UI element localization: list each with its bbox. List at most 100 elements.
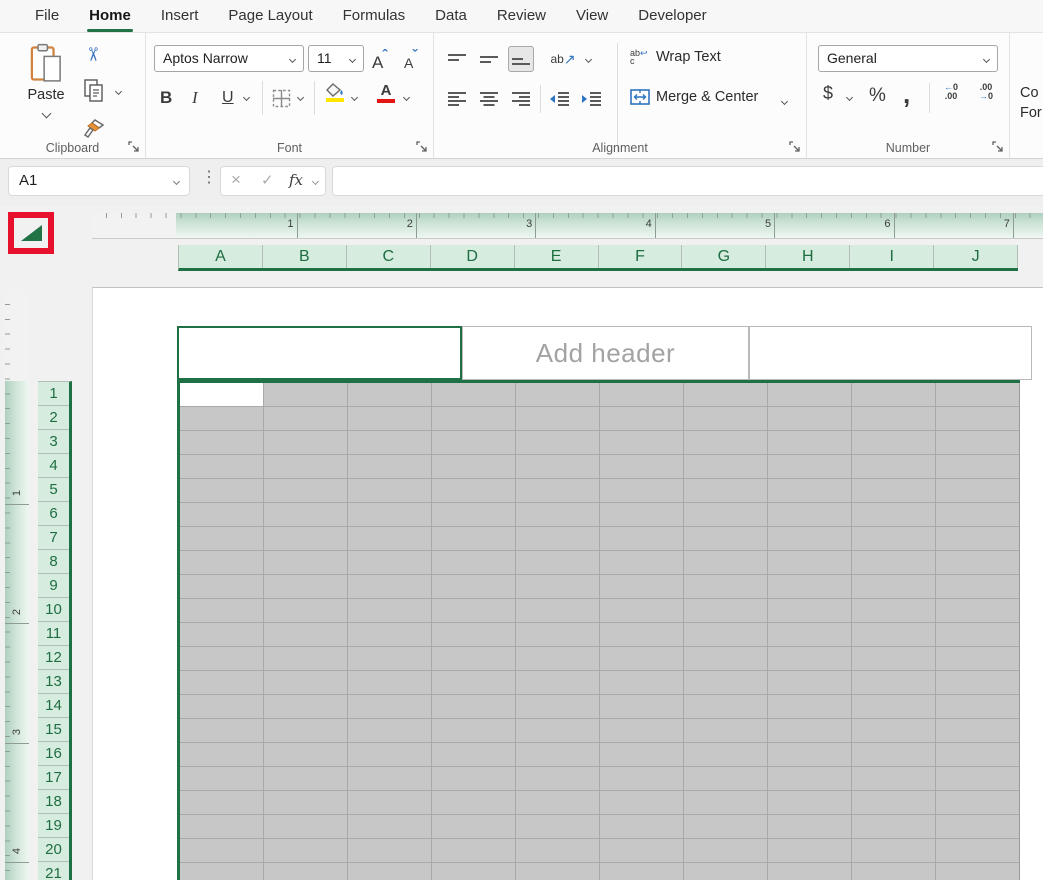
row-header-19[interactable]: 19 (38, 814, 69, 838)
page-header-center-section[interactable]: Add header (462, 326, 749, 380)
row-header-3[interactable]: 3 (38, 430, 69, 454)
column-header-F[interactable]: F (599, 245, 683, 268)
column-header-E[interactable]: E (515, 245, 599, 268)
select-all-button[interactable] (21, 225, 42, 241)
column-header-G[interactable]: G (682, 245, 766, 268)
fill-color-chevron-icon[interactable] (351, 94, 358, 101)
number-dialog-launcher-icon[interactable] (991, 140, 1004, 153)
tab-view[interactable]: View (561, 0, 623, 32)
tab-home[interactable]: Home (74, 0, 146, 32)
font-dialog-launcher-icon[interactable] (415, 140, 428, 153)
italic-button[interactable]: I (192, 83, 198, 113)
accounting-format-button[interactable]: $ (823, 83, 833, 104)
fill-color-button[interactable] (324, 83, 346, 113)
percent-style-button[interactable]: % (869, 85, 886, 107)
clipboard-dialog-launcher-icon[interactable] (127, 140, 140, 153)
formula-input[interactable] (332, 166, 1043, 196)
row-header-7[interactable]: 7 (38, 526, 69, 550)
column-header-B[interactable]: B (263, 245, 347, 268)
row-header-6[interactable]: 6 (38, 502, 69, 526)
row-header-20[interactable]: 20 (38, 838, 69, 862)
selected-cell-a1[interactable] (180, 383, 263, 406)
merge-center-button[interactable]: Merge & Center (630, 89, 758, 105)
insert-function-button[interactable]: fx (289, 171, 303, 189)
tab-developer[interactable]: Developer (623, 0, 721, 32)
decrease-indent-button[interactable] (546, 85, 572, 111)
copy-button[interactable] (84, 79, 104, 108)
font-size-select[interactable]: 11 (308, 45, 364, 72)
row-header-14[interactable]: 14 (38, 694, 69, 718)
row-header-5[interactable]: 5 (38, 478, 69, 502)
borders-button[interactable] (272, 83, 291, 113)
row-header-15[interactable]: 15 (38, 718, 69, 742)
orientation-chevron-icon[interactable] (585, 56, 592, 63)
font-color-button[interactable]: A (376, 83, 396, 113)
row-header-8[interactable]: 8 (38, 550, 69, 574)
page-header-left-section[interactable] (177, 326, 462, 380)
row-header-4[interactable]: 4 (38, 454, 69, 478)
accounting-chevron-icon[interactable] (846, 94, 853, 101)
cut-button[interactable]: ✂ (80, 47, 103, 63)
enter-icon[interactable]: ✓ (261, 171, 274, 189)
column-header-J[interactable]: J (934, 245, 1018, 268)
tab-review[interactable]: Review (482, 0, 561, 32)
paste-button[interactable]: Paste (16, 41, 76, 141)
increase-decimal-button[interactable]: ←0 .00 (935, 83, 967, 101)
underline-button[interactable]: U (222, 83, 234, 113)
ribbon: Paste ✂ Clipboard (0, 33, 1043, 159)
row-header-2[interactable]: 2 (38, 406, 69, 430)
conditional-formatting-label-line2[interactable]: For (1020, 105, 1042, 121)
row-header-16[interactable]: 16 (38, 742, 69, 766)
align-left-button[interactable] (444, 85, 470, 111)
column-header-C[interactable]: C (347, 245, 431, 268)
decrease-decimal-button[interactable]: .00 →0 (970, 83, 1002, 101)
sheet-grid[interactable] (180, 383, 1020, 880)
wrap-text-button[interactable]: ab↩ c Wrap Text (630, 49, 721, 65)
tab-data[interactable]: Data (420, 0, 482, 32)
alignment-dialog-launcher-icon[interactable] (788, 140, 801, 153)
column-header-H[interactable]: H (766, 245, 850, 268)
increase-font-size-button[interactable]: Aˆ (372, 47, 387, 73)
tab-formulas[interactable]: Formulas (328, 0, 421, 32)
font-name-select[interactable]: Aptos Narrow (154, 45, 304, 72)
conditional-formatting-label-line1[interactable]: Co (1020, 85, 1039, 101)
underline-chevron-icon[interactable] (243, 94, 250, 101)
copy-chevron-icon[interactable] (115, 88, 122, 95)
bottom-align-button[interactable] (508, 46, 534, 72)
row-header-11[interactable]: 11 (38, 622, 69, 646)
page-header-right-section[interactable] (749, 326, 1032, 380)
row-header-1[interactable]: 1 (38, 382, 69, 406)
comma-style-button[interactable]: , (903, 79, 910, 110)
row-header-17[interactable]: 17 (38, 766, 69, 790)
row-header-9[interactable]: 9 (38, 574, 69, 598)
merge-center-chevron-icon[interactable] (781, 98, 788, 105)
align-right-button[interactable] (508, 85, 534, 111)
increase-indent-button[interactable] (578, 85, 604, 111)
name-box[interactable]: A1 (8, 166, 190, 196)
column-header-D[interactable]: D (431, 245, 515, 268)
align-center-button[interactable] (476, 85, 502, 111)
vertical-dots-icon[interactable]: ⋮ (201, 167, 217, 187)
row-header-13[interactable]: 13 (38, 670, 69, 694)
row-header-18[interactable]: 18 (38, 790, 69, 814)
row-header-12[interactable]: 12 (38, 646, 69, 670)
borders-chevron-icon[interactable] (297, 94, 304, 101)
column-header-A[interactable]: A (179, 245, 263, 268)
row-header-10[interactable]: 10 (38, 598, 69, 622)
align-left-icon (448, 91, 466, 106)
tab-insert[interactable]: Insert (146, 0, 214, 32)
top-align-button[interactable] (444, 46, 470, 72)
fx-chevron-icon[interactable] (312, 178, 319, 185)
cancel-icon[interactable]: × (231, 170, 241, 190)
bold-button[interactable]: B (160, 83, 172, 113)
tab-file[interactable]: File (20, 0, 74, 32)
middle-align-button[interactable] (476, 46, 502, 72)
font-color-chevron-icon[interactable] (403, 94, 410, 101)
orientation-arrow-icon: ↗ (564, 51, 576, 68)
number-format-select[interactable]: General (818, 45, 998, 72)
column-header-I[interactable]: I (850, 245, 934, 268)
orientation-button[interactable]: ab ↗ (546, 46, 580, 72)
row-header-21[interactable]: 21 (38, 862, 69, 880)
tab-page-layout[interactable]: Page Layout (213, 0, 327, 32)
decrease-font-size-button[interactable]: Aˇ (404, 47, 417, 73)
